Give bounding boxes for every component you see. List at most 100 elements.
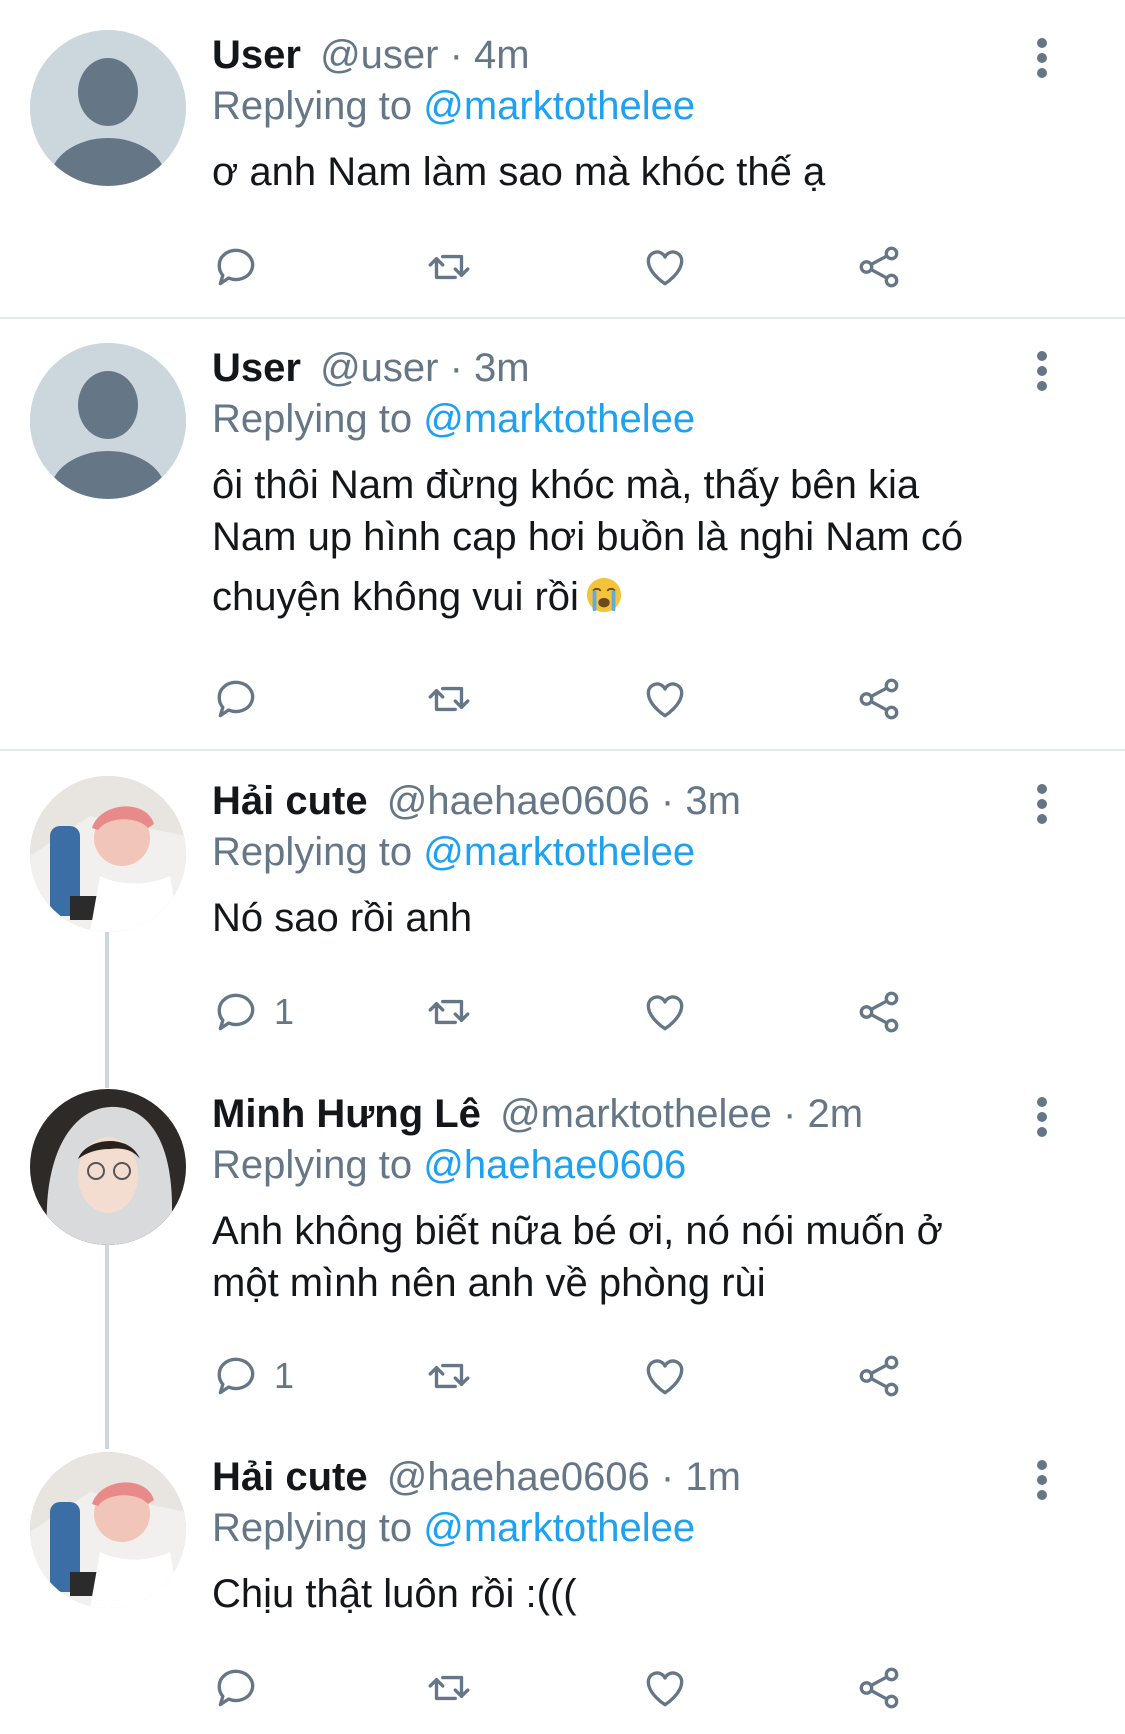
display-name[interactable]: Minh Hưng Lê — [212, 1092, 481, 1136]
reply-button[interactable]: 1 — [212, 1346, 294, 1406]
replying-to-label: Replying to — [212, 397, 424, 441]
replying-to: Replying to @marktothelee — [212, 826, 1085, 878]
handle[interactable]: @haehae0606 — [387, 779, 650, 823]
handle[interactable]: @marktothelee — [500, 1092, 772, 1136]
replying-to-label: Replying to — [212, 84, 424, 128]
replying-to: Replying to @haehae0606 — [212, 1139, 1085, 1191]
separator: · — [649, 1455, 686, 1499]
share-button[interactable] — [854, 669, 904, 729]
timestamp[interactable]: 3m — [474, 346, 530, 390]
heart-icon — [646, 250, 684, 286]
retweet-button[interactable] — [424, 1658, 474, 1718]
tweet-header: User @user · 3m — [212, 343, 1085, 393]
tweet-header: Minh Hưng Lê @marktothelee · 2m — [212, 1089, 1085, 1139]
divider — [0, 317, 1125, 319]
reply-icon — [217, 680, 255, 718]
photo-avatar[interactable] — [30, 1089, 186, 1245]
reply-button[interactable] — [212, 237, 274, 297]
share-button[interactable] — [854, 982, 904, 1042]
tweet-text-line: Nam up hình cap hơi buồn là nghi Nam có — [212, 515, 964, 559]
reply-icon — [217, 1669, 255, 1707]
default-avatar-icon[interactable] — [30, 30, 186, 186]
action-bar — [212, 669, 932, 729]
thread-line — [105, 1245, 109, 1449]
reply-icon — [217, 248, 255, 286]
loudly-crying-face-emoji — [586, 577, 622, 613]
share-button[interactable] — [854, 1658, 904, 1718]
tweet-header: Hải cute @haehae0606 · 3m — [212, 776, 1085, 826]
more-options-icon[interactable] — [1027, 784, 1057, 828]
like-button[interactable] — [640, 1658, 690, 1718]
separator: · — [649, 779, 686, 823]
mention-link[interactable]: @marktothelee — [423, 84, 695, 128]
reply-button[interactable] — [212, 669, 274, 729]
divider — [0, 749, 1125, 751]
retweet-button[interactable] — [424, 669, 474, 729]
avatar-image — [30, 1089, 186, 1245]
retweet-button[interactable] — [424, 1346, 474, 1406]
handle[interactable]: @user — [320, 346, 438, 390]
share-button[interactable] — [854, 1346, 904, 1406]
share-icon — [859, 1355, 899, 1397]
avatar-image — [30, 776, 186, 932]
tweet-header: Hải cute @haehae0606 · 1m — [212, 1452, 1085, 1502]
avatar-image — [30, 1452, 186, 1608]
tweet-text-line: một mình nên anh về phòng rùi — [212, 1261, 766, 1305]
tweet-text-line: Nó sao rồi anh — [212, 896, 473, 940]
display-name[interactable]: User — [212, 33, 301, 77]
mention-link[interactable]: @haehae0606 — [423, 1143, 686, 1187]
share-button[interactable] — [854, 237, 904, 297]
like-button[interactable] — [640, 669, 690, 729]
retweet-icon — [428, 1363, 470, 1389]
reply-button[interactable]: 1 — [212, 982, 294, 1042]
separator: · — [438, 33, 475, 77]
action-bar: 1 — [212, 1346, 932, 1406]
tweet-text-line: ôi thôi Nam đừng khóc mà, thấy bên kia — [212, 463, 920, 507]
tweet-text: Chịu thật luôn rồi :((( — [212, 1568, 1085, 1620]
share-icon — [859, 246, 899, 288]
default-avatar-icon[interactable] — [30, 343, 186, 499]
timestamp[interactable]: 4m — [474, 33, 530, 77]
like-button[interactable] — [640, 1346, 690, 1406]
photo-avatar[interactable] — [30, 776, 186, 932]
timestamp[interactable]: 2m — [807, 1092, 863, 1136]
timestamp[interactable]: 1m — [685, 1455, 741, 1499]
reply-icon — [217, 993, 255, 1031]
retweet-icon — [428, 254, 470, 280]
display-name[interactable]: Hải cute — [212, 1455, 368, 1499]
mention-link[interactable]: @marktothelee — [423, 1506, 695, 1550]
more-options-icon[interactable] — [1027, 351, 1057, 395]
tweet-text-line-with-emoji: chuyện không vui rồi — [212, 571, 1085, 623]
retweet-button[interactable] — [424, 982, 474, 1042]
heart-icon — [646, 682, 684, 718]
replying-to: Replying to @marktothelee — [212, 393, 1085, 445]
retweet-icon — [428, 686, 470, 712]
retweet-button[interactable] — [424, 237, 474, 297]
like-button[interactable] — [640, 982, 690, 1042]
reply-button[interactable] — [212, 1658, 274, 1718]
mention-link[interactable]: @marktothelee — [423, 830, 695, 874]
display-name[interactable]: User — [212, 346, 301, 390]
replying-to-label: Replying to — [212, 1143, 424, 1187]
more-options-icon[interactable] — [1027, 1097, 1057, 1141]
like-button[interactable] — [640, 237, 690, 297]
tweet-text: ơ anh Nam làm sao mà khóc thế ạ — [212, 146, 1085, 198]
more-options-icon[interactable] — [1027, 1460, 1057, 1504]
share-icon — [859, 1667, 899, 1709]
tweet-text-line: Anh không biết nữa bé ơi, nó nói muốn ở — [212, 1209, 943, 1253]
timestamp[interactable]: 3m — [685, 779, 741, 823]
handle[interactable]: @haehae0606 — [387, 1455, 650, 1499]
tweet-header: User @user · 4m — [212, 30, 1085, 80]
separator: · — [771, 1092, 808, 1136]
replying-to: Replying to @marktothelee — [212, 80, 1085, 132]
more-options-icon[interactable] — [1027, 38, 1057, 82]
share-icon — [859, 991, 899, 1033]
photo-avatar[interactable] — [30, 1452, 186, 1608]
mention-link[interactable]: @marktothelee — [423, 397, 695, 441]
retweet-icon — [428, 999, 470, 1025]
tweet-text-line: ơ anh Nam làm sao mà khóc thế ạ — [212, 150, 826, 194]
handle[interactable]: @user — [320, 33, 438, 77]
replying-to-label: Replying to — [212, 1506, 424, 1550]
share-icon — [859, 678, 899, 720]
display-name[interactable]: Hải cute — [212, 779, 368, 823]
